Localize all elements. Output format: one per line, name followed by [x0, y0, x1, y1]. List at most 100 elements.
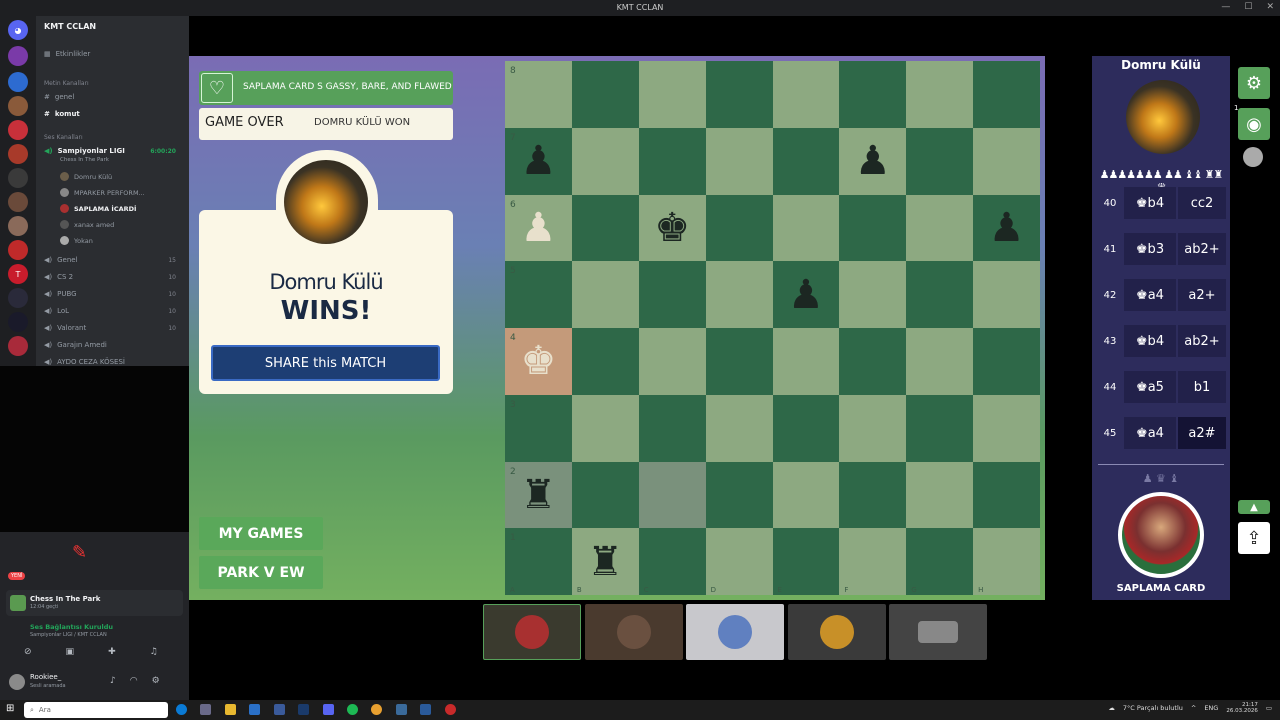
minimize-icon[interactable]: — — [1221, 2, 1230, 12]
text-category[interactable]: Metin Kanalları — [44, 80, 89, 87]
park-view-button[interactable]: PARK V EW — [199, 556, 323, 589]
square-c2[interactable] — [638, 461, 706, 529]
square-d2[interactable] — [705, 461, 773, 529]
white-move[interactable]: ♚b4 — [1124, 325, 1176, 357]
white-move[interactable]: ♚a5 — [1124, 371, 1176, 403]
app-icon[interactable] — [445, 704, 456, 715]
black-piece[interactable]: ♜ — [587, 542, 623, 582]
square-h7[interactable] — [973, 127, 1040, 195]
black-move[interactable]: ab2+ — [1178, 325, 1226, 357]
spotify-icon[interactable] — [347, 704, 358, 715]
black-piece[interactable]: ♜ — [521, 475, 557, 515]
square-c6[interactable]: ♚ — [638, 194, 706, 262]
square-a3[interactable]: 3 — [505, 394, 572, 462]
black-piece[interactable]: ♚ — [654, 208, 690, 248]
language-indicator[interactable]: ENG — [1204, 704, 1218, 712]
clock[interactable]: 21:17 26.03.2026 — [1226, 702, 1258, 714]
square-c1[interactable]: C — [638, 528, 706, 595]
chevron-up-icon[interactable]: ^ — [1191, 704, 1196, 712]
participant-thumb[interactable] — [585, 604, 683, 660]
black-piece[interactable]: ♟ — [989, 208, 1025, 248]
square-b7[interactable] — [571, 127, 639, 195]
white-move[interactable]: ♚b3 — [1124, 233, 1176, 265]
server-icon[interactable] — [8, 72, 28, 92]
square-e3[interactable] — [772, 394, 840, 462]
voice-channel[interactable]: ◀) LoL 10 — [44, 307, 184, 315]
black-move[interactable]: a2+ — [1178, 279, 1226, 311]
close-icon[interactable]: ✕ — [1266, 2, 1274, 12]
black-piece[interactable]: ♟ — [521, 141, 557, 181]
square-e6[interactable] — [772, 194, 840, 262]
square-c4[interactable] — [638, 328, 706, 395]
black-piece[interactable]: ♟ — [788, 275, 824, 315]
settings-button[interactable]: ⚙ — [1238, 67, 1270, 99]
square-a4[interactable]: 4 ♚ — [505, 328, 572, 395]
folder-icon[interactable] — [225, 704, 236, 715]
channel-genel[interactable]: # genel — [44, 93, 74, 101]
edge-icon[interactable] — [176, 704, 187, 715]
server-icon[interactable] — [8, 144, 28, 164]
square-b8[interactable] — [571, 61, 639, 128]
share-match-button[interactable]: SHARE this MATCH — [211, 345, 440, 381]
square-g4[interactable] — [906, 328, 974, 395]
white-move[interactable]: ♚a4 — [1124, 279, 1176, 311]
square-b3[interactable] — [571, 394, 639, 462]
viewer-avatar[interactable] — [1243, 147, 1263, 167]
pen-icon[interactable]: ✎ — [72, 542, 87, 563]
white-piece[interactable]: ♚ — [521, 341, 557, 381]
square-e8[interactable] — [772, 61, 840, 128]
square-d5[interactable] — [705, 261, 773, 328]
square-e4[interactable] — [772, 328, 840, 395]
maximize-icon[interactable]: ☐ — [1244, 2, 1252, 12]
voice-category[interactable]: Ses Kanalları — [44, 134, 83, 141]
square-c7[interactable] — [638, 127, 706, 195]
headset-icon[interactable]: ◠ — [130, 676, 138, 686]
square-f5[interactable] — [839, 261, 907, 328]
server-icon[interactable] — [8, 336, 28, 356]
square-b6[interactable] — [571, 194, 639, 262]
square-h8[interactable] — [973, 61, 1040, 128]
black-move[interactable]: b1 — [1178, 371, 1226, 403]
participant-thumb[interactable] — [788, 604, 886, 660]
square-g3[interactable] — [906, 394, 974, 462]
black-move[interactable]: a2# — [1178, 417, 1226, 449]
square-d7[interactable] — [705, 127, 773, 195]
spectate-button[interactable]: ◉ — [1238, 108, 1270, 140]
discord-home-icon[interactable]: ◕ — [8, 20, 28, 40]
discord-icon[interactable] — [323, 704, 334, 715]
chess-board[interactable]: 8 7 ♟ ♟ 6 ♟ ♚ ♟ 5 ♟ 4 ♚ 3 2 ♜ 1 A B ♜ C D E F G H — [505, 61, 1040, 595]
square-g7[interactable] — [906, 127, 974, 195]
app-icon[interactable] — [200, 704, 211, 715]
voice-member[interactable]: xanax amed — [44, 220, 114, 229]
camera-off-icon[interactable]: ⊘ — [24, 647, 32, 657]
voice-channel[interactable]: ◀) PUBG 10 — [44, 290, 184, 298]
square-e2[interactable] — [772, 461, 840, 529]
server-icon[interactable] — [8, 168, 28, 188]
server-name[interactable]: KMT CCLAN — [44, 22, 96, 31]
participant-thumb[interactable] — [686, 604, 784, 660]
square-d3[interactable] — [705, 394, 773, 462]
voice-channel[interactable]: ◀) Genel 15 — [44, 256, 184, 264]
participant-thumb[interactable] — [483, 604, 581, 660]
voice-channel[interactable]: ◀) CS 2 10 — [44, 273, 184, 281]
square-g1[interactable]: G — [906, 528, 974, 595]
mic-icon[interactable]: ♪ — [110, 676, 116, 686]
voice-channel[interactable]: ◀) Valorant 10 — [44, 324, 184, 332]
square-h3[interactable] — [973, 394, 1040, 462]
voice-channel[interactable]: ◀) Garajın Amedi — [44, 341, 107, 349]
square-e5[interactable]: ♟ — [772, 261, 840, 328]
voice-member[interactable]: Domru Külü — [44, 172, 112, 181]
taskbar-search[interactable]: ⌕ Ara — [24, 702, 168, 718]
my-games-button[interactable]: MY GAMES — [199, 517, 323, 550]
square-a5[interactable]: 5 — [505, 261, 572, 328]
scroll-up-button[interactable]: ▲ — [1238, 500, 1270, 514]
square-b5[interactable] — [571, 261, 639, 328]
square-c5[interactable] — [638, 261, 706, 328]
voice-member[interactable]: Yokan — [44, 236, 93, 245]
server-icon[interactable] — [8, 192, 28, 212]
square-e1[interactable]: E — [772, 528, 840, 595]
voice-channel[interactable]: ◀) AYDO CEZA KÖSESİ — [44, 358, 125, 366]
square-d6[interactable] — [705, 194, 773, 262]
voice-member[interactable]: MPARKER PERFORM... — [44, 188, 145, 197]
square-a1[interactable]: 1A — [505, 528, 572, 595]
